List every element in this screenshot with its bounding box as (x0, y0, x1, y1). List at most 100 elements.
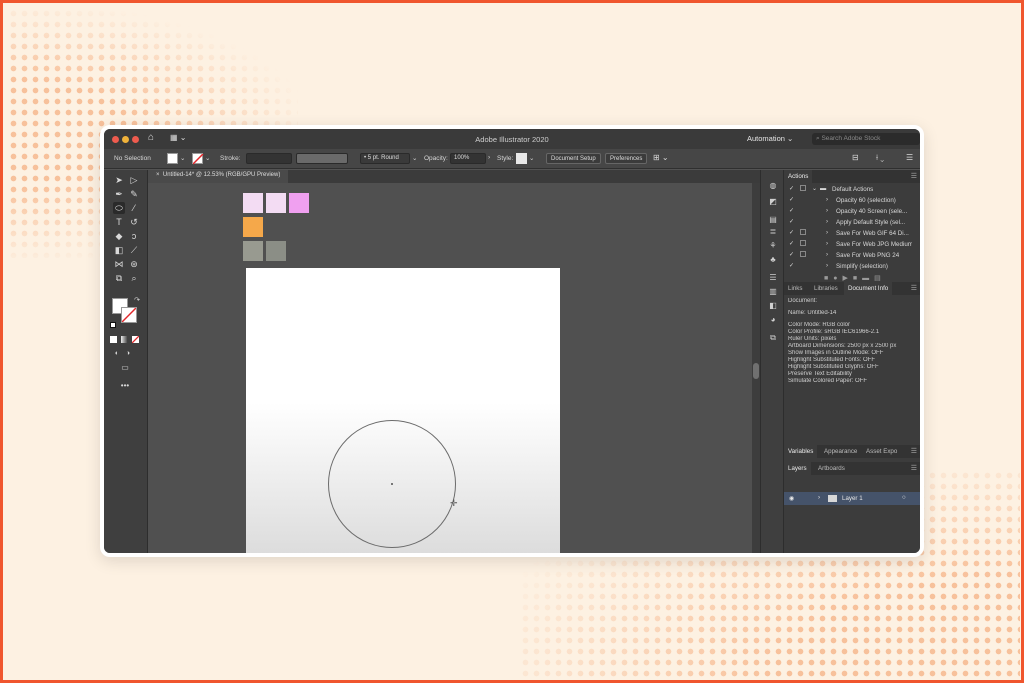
target-icon[interactable]: ○ (902, 494, 906, 501)
stock-search-input[interactable]: ⌕ Search Adobe Stock (812, 133, 920, 145)
workspace-switcher[interactable]: Automation ⌄ (747, 134, 793, 145)
swatch-square[interactable] (289, 193, 309, 213)
chevron-right-icon[interactable]: › (826, 240, 828, 247)
tab-artboards[interactable]: Artboards (814, 462, 849, 475)
eyedropper-tool-icon[interactable]: ⟋ (128, 244, 140, 256)
chevron-right-icon[interactable]: › (826, 251, 828, 258)
preferences-button[interactable]: Preferences (605, 153, 648, 164)
tab-actions[interactable]: Actions (784, 170, 813, 183)
symbols-icon[interactable]: ♣ (767, 254, 779, 266)
action-item[interactable]: ✓ › Opacity 40 Screen (sele... (784, 206, 912, 217)
align-icon[interactable]: ⊟ (852, 153, 859, 162)
gradient-tool-icon[interactable]: ◧ (113, 244, 125, 256)
dialog-toggle-icon[interactable] (800, 240, 806, 246)
action-set-row[interactable]: ✓ ⌄ ▬ Default Actions (784, 184, 912, 195)
blend-tool-icon[interactable]: ⊛ (128, 258, 140, 270)
check-icon[interactable]: ✓ (789, 196, 794, 203)
asset-export-icon[interactable]: ⧉ (767, 332, 779, 344)
panel-menu-icon[interactable]: ☰ (906, 153, 913, 162)
stroke-panel-icon[interactable]: ☰ (767, 272, 779, 284)
chevron-down-icon[interactable]: ⌄ (529, 154, 534, 162)
panel-menu-icon[interactable]: ☰ (911, 172, 917, 180)
swap-fill-stroke-icon[interactable]: ↷ (131, 295, 143, 307)
chevron-right-icon[interactable]: › (826, 229, 828, 236)
stroke-color-icon[interactable] (121, 307, 137, 323)
graphic-style-swatch[interactable] (516, 153, 527, 164)
properties-icon[interactable]: ◩ (767, 196, 779, 208)
align-panel-icon[interactable]: ▥ (767, 286, 779, 298)
actions-footer-icons[interactable]: ■●▶■▬▤ (824, 274, 886, 282)
dialog-toggle-icon[interactable] (800, 251, 806, 257)
paintbrush-tool-icon[interactable]: ⁄ (128, 202, 140, 214)
appearance-icon[interactable]: ◍ (767, 180, 779, 192)
check-icon[interactable]: ✓ (789, 218, 794, 225)
vertical-scrollbar[interactable] (752, 183, 760, 553)
chevron-right-icon[interactable]: › (826, 218, 828, 225)
panel-menu-icon[interactable]: ☰ (911, 284, 917, 292)
more-tools-icon[interactable]: ••• (119, 380, 131, 392)
tab-links[interactable]: Links (784, 282, 806, 295)
brush-definition-dropdown[interactable]: • 5 pt. Round (360, 153, 410, 164)
canvas-area[interactable]: ✛ (148, 183, 760, 553)
action-item[interactable]: ✓ › Apply Default Style (sel... (784, 217, 912, 228)
variable-width-profile[interactable] (296, 153, 348, 164)
gradient-mode-icon[interactable] (121, 336, 128, 343)
check-icon[interactable]: ✓ (789, 262, 794, 269)
color-mode-icon[interactable] (110, 336, 117, 343)
default-colors-icon[interactable] (110, 322, 116, 328)
check-icon[interactable]: ✓ (789, 207, 794, 214)
scrollbar-thumb[interactable] (753, 363, 759, 379)
eye-icon[interactable]: ◉ (789, 495, 794, 502)
ellipse-tool-icon[interactable]: ⬭ (113, 202, 125, 214)
rotate-tool-icon[interactable]: ↺ (128, 216, 140, 228)
chevron-right-icon[interactable]: › (826, 262, 828, 269)
check-icon[interactable]: ✓ (789, 229, 794, 236)
chevron-down-icon[interactable]: ⌄ (812, 185, 817, 192)
type-tool-icon[interactable]: T (113, 216, 125, 228)
chevron-right-icon[interactable]: › (818, 494, 820, 501)
color-guide-icon[interactable]: ◕ (767, 314, 779, 326)
action-item[interactable]: ✓ › Save For Web PNG 24 (784, 250, 912, 261)
draw-inside-icon[interactable]: ◑ (122, 348, 134, 360)
graphic-styles-icon[interactable]: ⚘ (767, 240, 779, 252)
fill-swatch[interactable] (167, 153, 178, 164)
layer-row[interactable]: ◉ › Layer 1 ○ (784, 492, 920, 505)
check-icon[interactable]: ✓ (789, 185, 794, 192)
swatch-square[interactable] (266, 193, 286, 213)
chevron-right-icon[interactable]: › (488, 154, 490, 161)
chevron-right-icon[interactable]: › (826, 207, 828, 214)
pen-tool-icon[interactable]: ✒ (113, 188, 125, 200)
stroke-weight-input[interactable] (246, 153, 292, 164)
shape-builder-tool-icon[interactable]: ⋈ (113, 258, 125, 270)
check-icon[interactable]: ✓ (789, 251, 794, 258)
dialog-toggle-icon[interactable] (800, 185, 806, 191)
tab-document-info[interactable]: Document Info (844, 282, 893, 295)
eraser-tool-icon[interactable]: ◆ (113, 230, 125, 242)
action-item[interactable]: ✓ › Opacity 60 (selection) (784, 195, 912, 206)
stroke-swatch[interactable] (192, 153, 204, 165)
swatch-square[interactable] (243, 241, 263, 261)
chevron-down-icon[interactable]: ⌄ (205, 154, 210, 162)
swatch-square[interactable] (243, 217, 263, 237)
lasso-tool-icon[interactable]: ↄ (128, 230, 140, 242)
artboard-tool-icon[interactable]: ⧉ (113, 272, 125, 284)
close-tab-icon[interactable]: × (156, 172, 160, 178)
panel-menu-icon[interactable]: ☰ (911, 447, 917, 455)
chevron-right-icon[interactable]: › (826, 196, 828, 203)
transform-icon[interactable]: ⟊ ⌄ (876, 153, 884, 163)
screen-mode-icon[interactable]: ▭ (119, 362, 131, 374)
action-item[interactable]: ✓ › Save For Web GIF 64 Di... (784, 228, 912, 239)
document-setup-button[interactable]: Document Setup (546, 153, 601, 164)
direct-selection-tool-icon[interactable]: ▷ (128, 174, 140, 186)
libraries-icon[interactable]: ▤ (767, 214, 779, 226)
action-item[interactable]: ✓ › Save For Web JPG Medium (784, 239, 912, 250)
curvature-tool-icon[interactable]: ✎ (128, 188, 140, 200)
chevron-down-icon[interactable]: ⌄ (412, 154, 417, 162)
zoom-tool-icon[interactable]: ⌕ (128, 272, 140, 284)
action-item[interactable]: ✓ › Simplify (selection) (784, 261, 912, 272)
arrange-icon[interactable]: ⊞ ⌄ (653, 153, 669, 162)
tab-layers[interactable]: Layers (784, 462, 811, 475)
swatch-square[interactable] (243, 193, 263, 213)
none-mode-icon[interactable] (132, 336, 139, 343)
transparency-icon[interactable]: ≣ (767, 226, 779, 238)
